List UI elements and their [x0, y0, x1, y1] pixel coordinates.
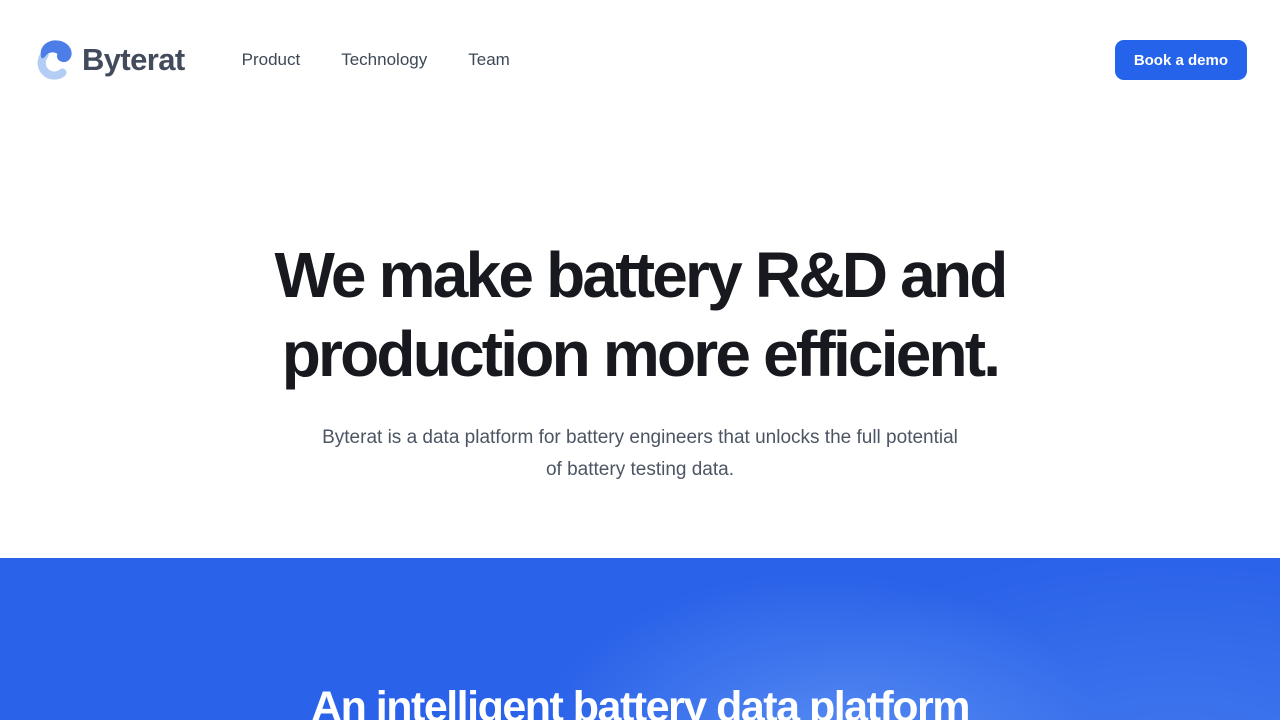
hero-heading-line-1: We make battery R&D and: [0, 236, 1280, 315]
hero-heading: We make battery R&D and production more …: [0, 236, 1280, 394]
brand-logo[interactable]: Byterat: [33, 37, 185, 83]
book-demo-button[interactable]: Book a demo: [1115, 40, 1247, 80]
nav-item-team[interactable]: Team: [468, 50, 510, 70]
brand-name: Byterat: [82, 42, 185, 78]
hero-subtitle: Byterat is a data platform for battery e…: [320, 422, 960, 486]
nav-item-product[interactable]: Product: [242, 50, 301, 70]
platform-heading: An intelligent battery data platform: [0, 682, 1280, 720]
platform-section: An intelligent battery data platform: [0, 558, 1280, 720]
hero-section: We make battery R&D and production more …: [0, 120, 1280, 558]
main-nav: Product Technology Team: [242, 50, 510, 70]
page-main: We make battery R&D and production more …: [0, 120, 1280, 720]
hero-heading-line-2: production more efficient.: [0, 315, 1280, 394]
byterat-swirl-icon: [33, 37, 75, 83]
nav-item-technology[interactable]: Technology: [341, 50, 427, 70]
site-header: Byterat Product Technology Team Book a d…: [0, 0, 1280, 120]
